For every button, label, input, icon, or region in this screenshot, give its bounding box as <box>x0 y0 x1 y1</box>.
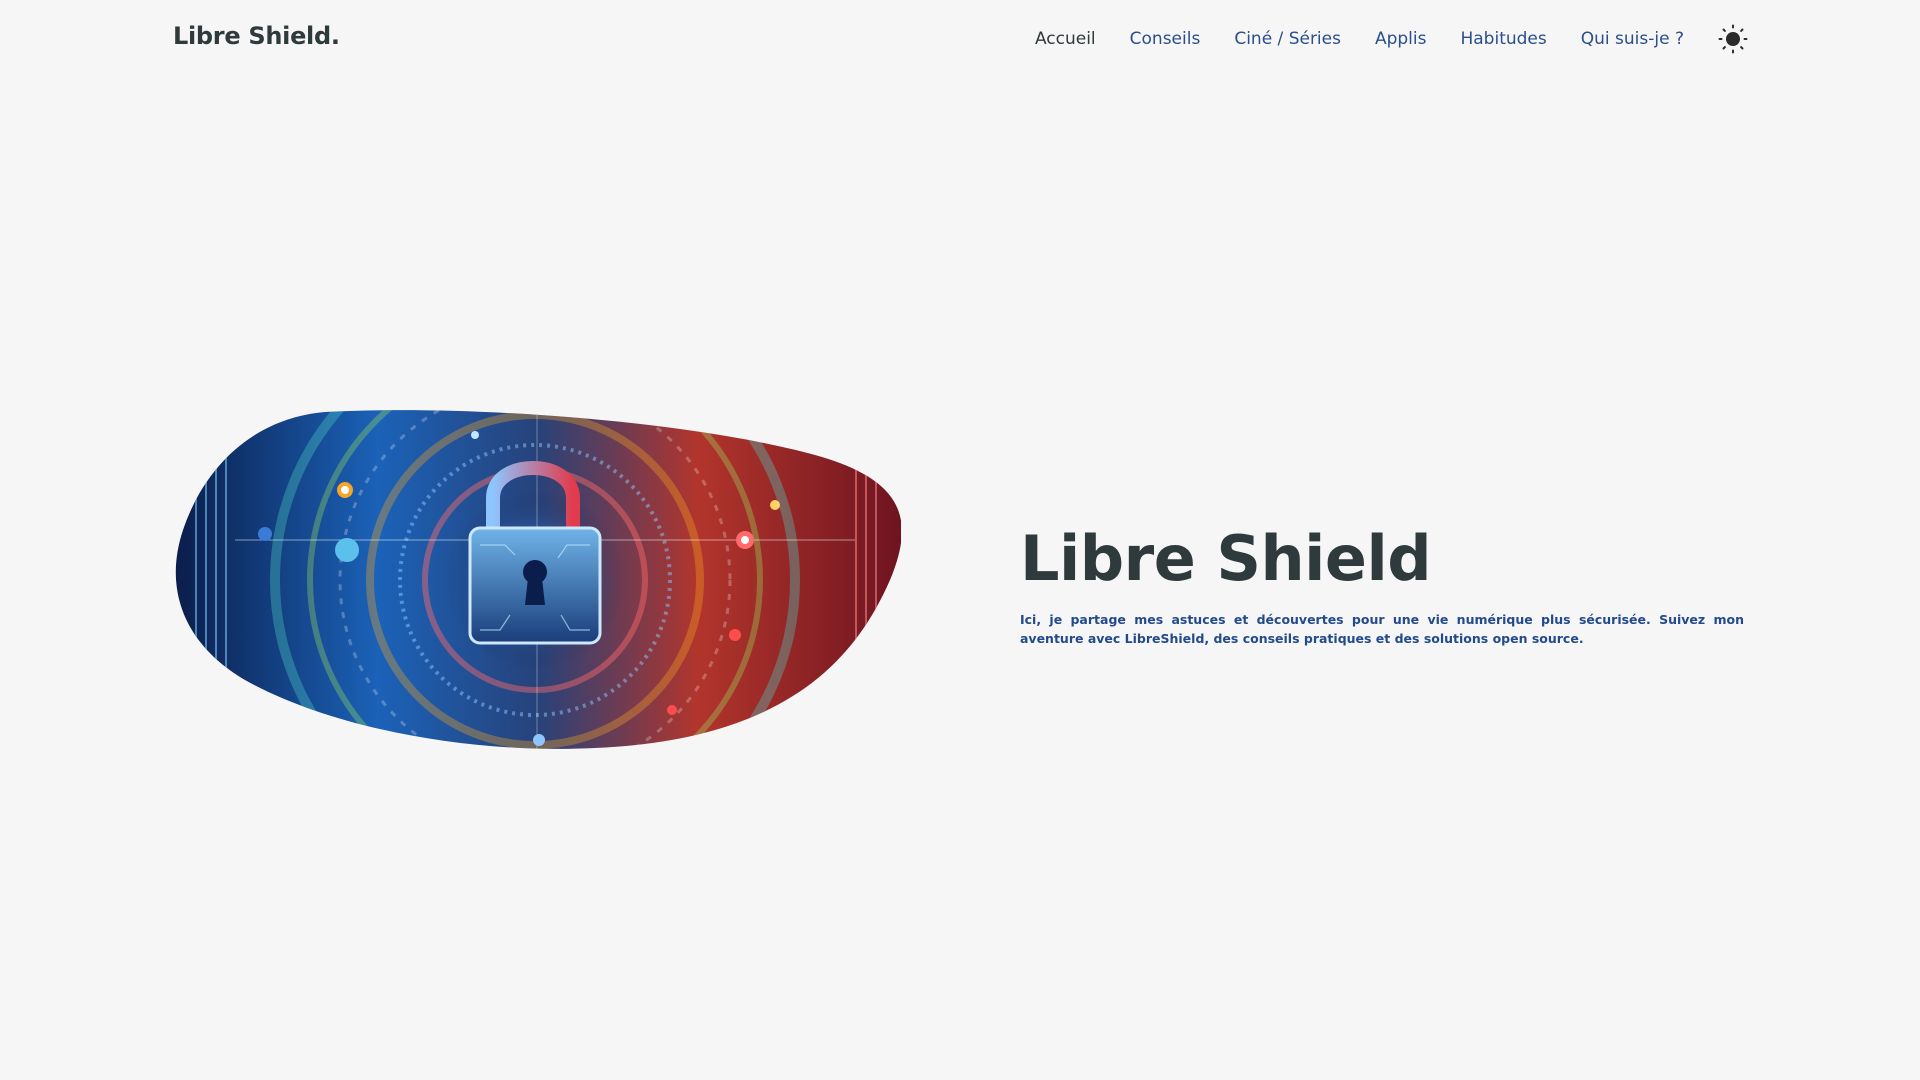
hero-text: Libre Shield Ici, je partage mes astuces… <box>1020 520 1744 648</box>
site-logo[interactable]: Libre Shield. <box>173 22 340 50</box>
sun-icon <box>1718 24 1748 54</box>
nav-item-habitudes[interactable]: Habitudes <box>1460 29 1546 49</box>
nav-item-cine-series[interactable]: Ciné / Séries <box>1234 29 1341 49</box>
nav-item-qui-suis-je[interactable]: Qui suis-je ? <box>1581 29 1684 49</box>
nav-item-accueil[interactable]: Accueil <box>1035 29 1096 49</box>
main-nav: Accueil Conseils Ciné / Séries Applis Ha… <box>1035 18 1748 60</box>
hero-image <box>175 410 901 750</box>
nav-item-applis[interactable]: Applis <box>1375 29 1427 49</box>
nav-item-conseils[interactable]: Conseils <box>1130 29 1201 49</box>
site-header: Libre Shield. Accueil Conseils Ciné / Sé… <box>0 0 1920 78</box>
padlock-illustration <box>175 410 901 749</box>
theme-toggle-button[interactable] <box>1718 24 1748 54</box>
hero-title: Libre Shield <box>1020 522 1432 595</box>
hero-description: Ici, je partage mes astuces et découvert… <box>1020 612 1744 646</box>
